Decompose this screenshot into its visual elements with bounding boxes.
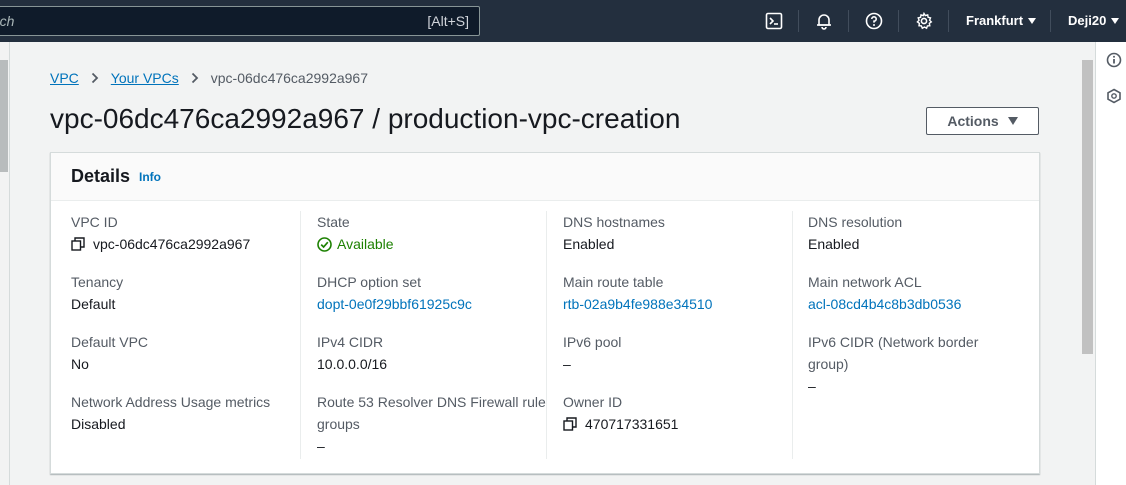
field-route53-resolver-dns-firewall: Route 53 Resolver DNS Firewall rule grou… xyxy=(317,391,547,457)
actions-button[interactable]: Actions xyxy=(926,107,1039,135)
field-owner-id: Owner ID 470717331651 xyxy=(563,391,793,435)
help-circle-icon[interactable] xyxy=(864,11,884,31)
field-label: VPC ID xyxy=(71,214,118,230)
search-shortcut-hint: [Alt+S] xyxy=(427,13,469,29)
topbar-divider xyxy=(848,10,849,32)
field-value: vpc-06dc476ca2992a967 xyxy=(93,236,251,252)
field-value: 470717331651 xyxy=(585,416,679,432)
field-label: Main network ACL xyxy=(808,274,922,290)
page-title: vpc-06dc476ca2992a967 / production-vpc-c… xyxy=(50,103,681,134)
top-navigation-bar: rch [Alt+S] Frankfurt Deji20 xyxy=(0,0,1126,42)
column-divider xyxy=(300,211,301,459)
field-value-row: 470717331651 xyxy=(563,413,793,435)
field-value: – xyxy=(808,378,816,394)
field-label: State xyxy=(317,214,350,230)
status-value: Available xyxy=(337,236,394,252)
details-panel: Details Info VPC ID vpc-06dc476ca2992a96… xyxy=(50,152,1040,474)
main-route-table-link[interactable]: rtb-02a9b4fe988e34510 xyxy=(563,293,793,315)
field-ipv6-cidr: IPv6 CIDR (Network border group) – xyxy=(808,331,1038,397)
field-main-network-acl: Main network ACL acl-08cd4b4c8b3db0536 xyxy=(808,271,1038,315)
field-ipv6-pool: IPv6 pool – xyxy=(563,331,793,375)
bell-icon[interactable] xyxy=(814,11,834,31)
field-tenancy: Tenancy Default xyxy=(71,271,301,315)
topbar-divider xyxy=(948,10,949,32)
topbar-divider xyxy=(898,10,899,32)
account-menu[interactable]: Deji20 xyxy=(1068,13,1120,28)
details-panel-header: Details Info xyxy=(51,153,1039,201)
column-divider xyxy=(546,211,547,459)
field-value: Default xyxy=(71,296,116,312)
breadcrumb-link-your-vpcs[interactable]: Your VPCs xyxy=(111,70,179,86)
field-dns-hostnames: DNS hostnames Enabled xyxy=(563,211,793,255)
gear-icon[interactable] xyxy=(914,11,934,31)
field-label: Tenancy xyxy=(71,274,124,290)
field-value: – xyxy=(563,356,571,372)
region-label: Frankfurt xyxy=(966,13,1024,28)
account-label: Deji20 xyxy=(1068,13,1107,28)
field-label: Route 53 Resolver DNS Firewall rule grou… xyxy=(317,394,546,432)
field-label: IPv4 CIDR xyxy=(317,334,384,350)
field-value: – xyxy=(317,438,325,454)
field-label: IPv6 pool xyxy=(563,334,622,350)
breadcrumb-current: vpc-06dc476ca2992a967 xyxy=(210,70,369,86)
main-network-acl-link[interactable]: acl-08cd4b4c8b3db0536 xyxy=(808,293,1038,315)
hexagon-icon[interactable] xyxy=(1106,88,1122,104)
field-label: Default VPC xyxy=(71,334,149,350)
field-ipv4-cidr: IPv4 CIDR 10.0.0.0/16 xyxy=(317,331,547,375)
column-divider xyxy=(792,211,793,459)
left-scrollbar-thumb[interactable] xyxy=(0,60,8,172)
field-label: Main route table xyxy=(563,274,664,290)
field-state: State Available xyxy=(317,211,547,255)
actions-button-label: Actions xyxy=(947,113,999,129)
caret-down-icon xyxy=(1007,117,1018,125)
field-network-address-usage-metrics: Network Address Usage metrics Disabled xyxy=(71,391,301,435)
field-value: Disabled xyxy=(71,416,126,432)
copy-icon[interactable] xyxy=(563,417,577,431)
field-vpc-id: VPC ID vpc-06dc476ca2992a967 xyxy=(71,211,301,255)
dhcp-option-set-link[interactable]: dopt-0e0f29bbf61925c9c xyxy=(317,293,547,315)
topbar-divider xyxy=(1050,10,1051,32)
field-default-vpc: Default VPC No xyxy=(71,331,301,375)
field-main-route-table: Main route table rtb-02a9b4fe988e34510 xyxy=(563,271,793,315)
region-selector[interactable]: Frankfurt xyxy=(966,13,1037,28)
caret-down-icon xyxy=(1028,18,1037,24)
field-dns-resolution: DNS resolution Enabled xyxy=(808,211,1038,255)
main-scrollbar-thumb[interactable] xyxy=(1082,60,1093,354)
breadcrumb-link-vpc[interactable]: VPC xyxy=(50,70,79,86)
search-input[interactable]: rch [Alt+S] xyxy=(0,6,480,36)
copy-icon[interactable] xyxy=(71,237,85,251)
caret-down-icon xyxy=(1111,18,1120,24)
field-value: Enabled xyxy=(563,236,615,252)
field-value: No xyxy=(71,356,89,372)
right-tools-rail xyxy=(1095,42,1126,485)
chevron-right-icon xyxy=(191,72,199,84)
field-label: Network Address Usage metrics xyxy=(71,394,271,410)
field-value-row: vpc-06dc476ca2992a967 xyxy=(71,233,301,255)
field-value: 10.0.0.0/16 xyxy=(317,356,388,372)
breadcrumb: VPC Your VPCs vpc-06dc476ca2992a967 xyxy=(50,70,368,86)
terminal-icon[interactable] xyxy=(764,11,784,31)
field-label: DHCP option set xyxy=(317,274,422,290)
info-circle-icon[interactable] xyxy=(1106,52,1122,68)
field-value: Enabled xyxy=(808,236,860,252)
field-label: DNS hostnames xyxy=(563,214,665,230)
field-label: IPv6 CIDR (Network border group) xyxy=(808,334,979,372)
details-title: Details xyxy=(71,166,131,186)
search-input-text: rch xyxy=(0,13,15,29)
field-value-row: Available xyxy=(317,233,547,255)
field-label: DNS resolution xyxy=(808,214,903,230)
field-label: Owner ID xyxy=(563,394,623,410)
field-dhcp-option-set: DHCP option set dopt-0e0f29bbf61925c9c xyxy=(317,271,547,315)
check-circle-icon xyxy=(317,236,332,252)
topbar-divider xyxy=(798,10,799,32)
chevron-right-icon xyxy=(91,72,99,84)
info-link[interactable]: Info xyxy=(139,170,161,184)
